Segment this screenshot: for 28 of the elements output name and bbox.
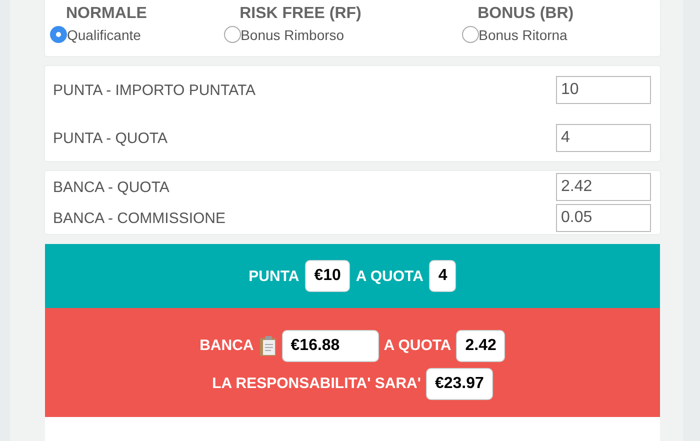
radio-button[interactable] — [224, 26, 241, 43]
result-text: A QUOTA — [384, 337, 452, 354]
liability-label: LA RESPONSABILITA' SARA' — [212, 375, 421, 392]
stake-amount: €10 — [305, 260, 350, 292]
input-field[interactable]: 10 — [556, 76, 651, 104]
field-label: PUNTA - QUOTA — [53, 130, 168, 146]
input-field[interactable]: 2.42 — [556, 173, 651, 201]
radio-label[interactable]: Bonus Rimborso — [240, 26, 344, 42]
bet-type-title: NORMALE — [66, 5, 147, 23]
result-text: PUNTA — [248, 268, 300, 284]
input-field[interactable]: 4 — [556, 124, 651, 152]
odds-value: 2.42 — [456, 330, 506, 362]
input-field[interactable]: 0.05 — [556, 204, 651, 232]
odds-value: 4 — [429, 260, 456, 292]
radio-button[interactable] — [50, 26, 67, 43]
bet-type-title: BONUS (BR) — [478, 5, 574, 23]
result-text: A QUOTA — [356, 268, 424, 284]
field-label: BANCA - COMMISSIONE — [53, 210, 226, 226]
field-label: PUNTA - IMPORTO PUNTATA — [53, 82, 256, 98]
bet-type-title: RISK FREE (RF) — [240, 5, 362, 23]
clipboard-icon[interactable] — [258, 334, 277, 356]
radio-label[interactable]: Bonus Ritorna — [478, 26, 568, 42]
radio-button[interactable] — [462, 26, 479, 43]
lay-amount: €16.88 — [282, 330, 379, 362]
liability-amount: €23.97 — [426, 368, 493, 400]
field-label: BANCA - QUOTA — [53, 178, 170, 196]
result-text: BANCA — [200, 337, 254, 354]
radio-label[interactable]: Qualificante — [67, 26, 141, 42]
